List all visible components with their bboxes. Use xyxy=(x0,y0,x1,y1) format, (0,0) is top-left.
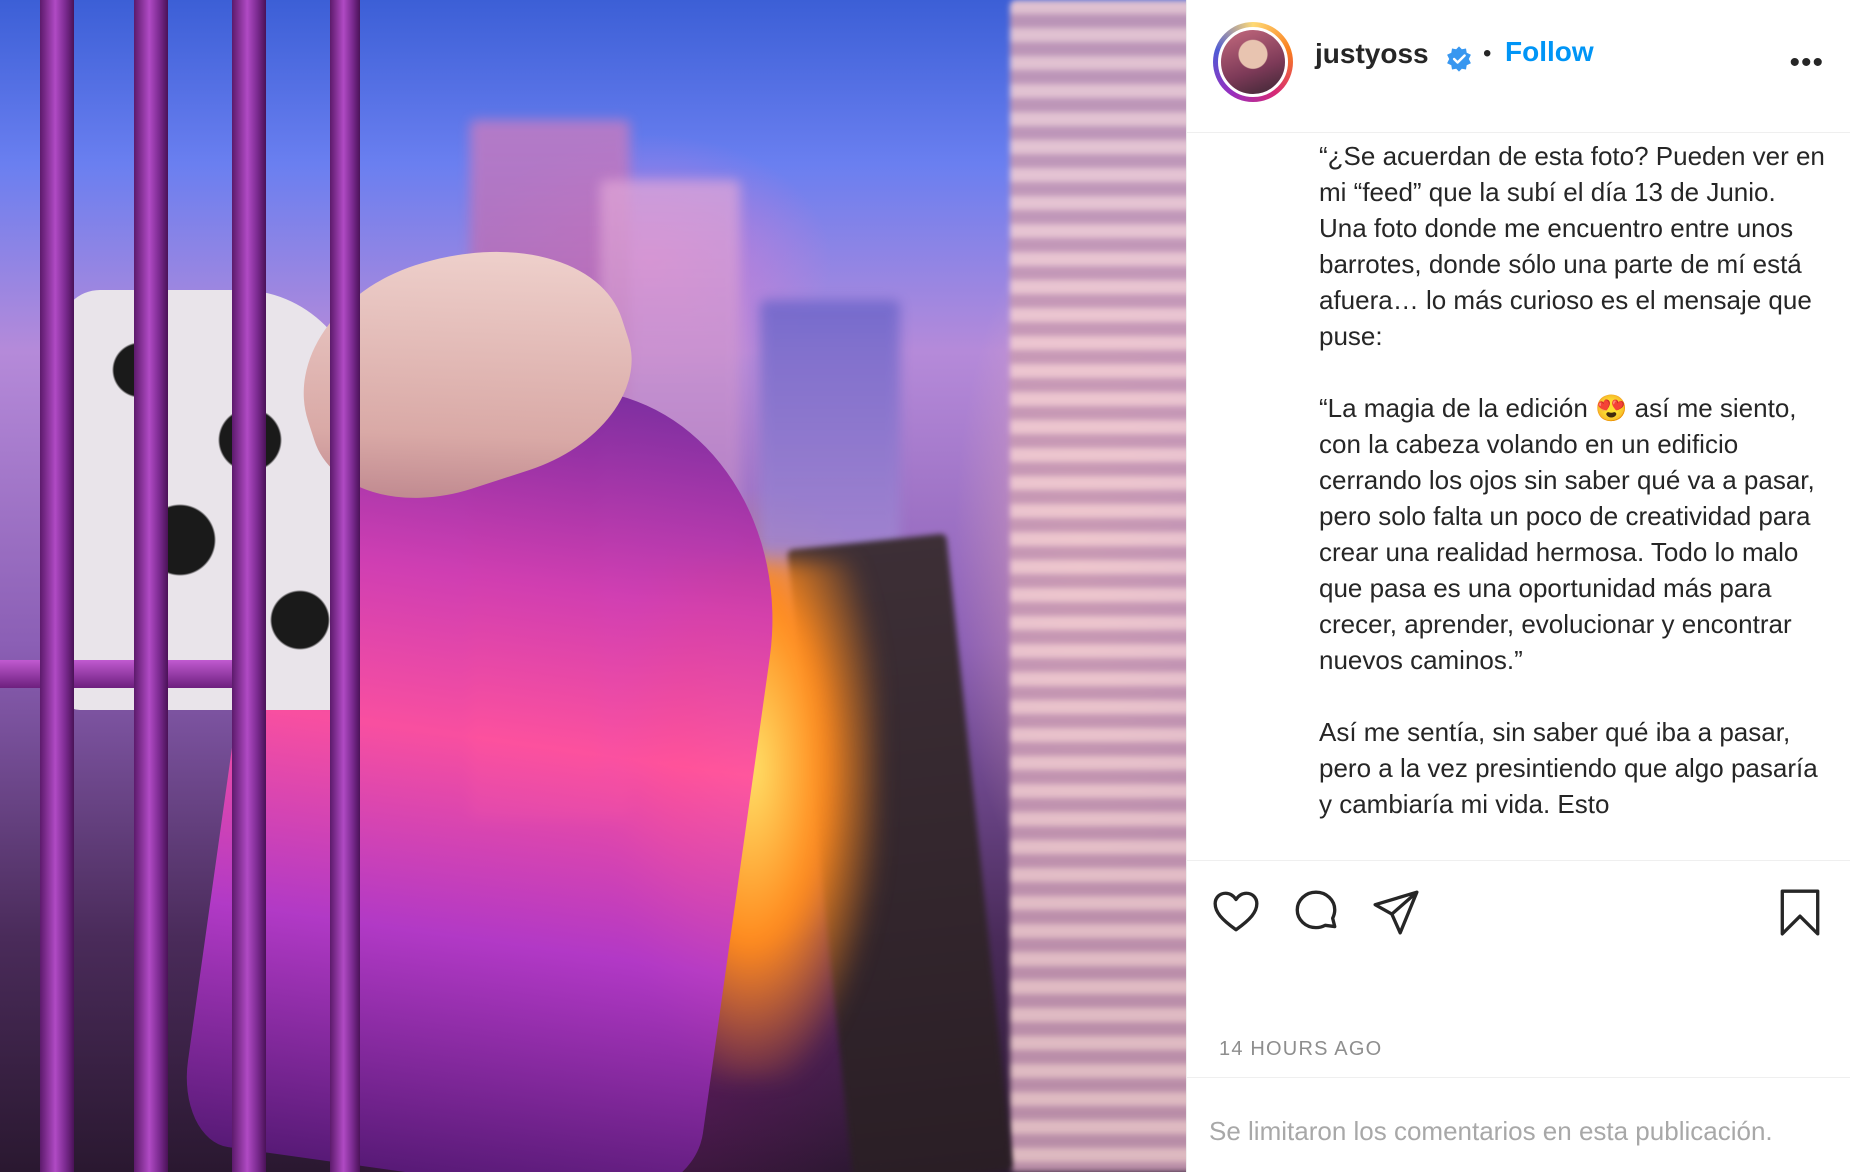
verified-badge-icon xyxy=(1447,46,1471,72)
comments-limited-notice: Se limitaron los comentarios en esta pub… xyxy=(1187,1077,1850,1173)
railing-bar xyxy=(232,0,266,1172)
username-link[interactable]: justyoss xyxy=(1315,38,1429,70)
post-sidebar: justyoss • Follow ••• “¿Se acuerdan de e… xyxy=(1186,0,1850,1172)
railing-horizontal xyxy=(0,660,260,688)
instagram-post: justyoss • Follow ••• “¿Se acuerdan de e… xyxy=(0,0,1850,1172)
railing-bar xyxy=(134,0,168,1172)
comments-limited-text: Se limitaron los comentarios en esta pub… xyxy=(1209,1116,1773,1146)
comment-icon[interactable] xyxy=(1291,887,1341,937)
railing-bar xyxy=(330,0,360,1172)
building-shape xyxy=(1010,0,1186,1172)
more-options-icon[interactable]: ••• xyxy=(1789,46,1824,80)
post-header: justyoss • Follow ••• xyxy=(1187,0,1850,133)
railing-bar xyxy=(40,0,74,1172)
post-timestamp[interactable]: 14 HOURS AGO xyxy=(1219,1038,1382,1061)
story-ring[interactable] xyxy=(1213,22,1293,102)
bookmark-icon[interactable] xyxy=(1775,887,1825,937)
heart-icon[interactable] xyxy=(1211,887,1261,937)
action-bar xyxy=(1187,860,1850,951)
avatar[interactable] xyxy=(1218,27,1288,97)
post-photo[interactable] xyxy=(0,0,1186,1172)
separator-dot: • xyxy=(1483,40,1492,67)
follow-button[interactable]: Follow xyxy=(1505,36,1594,68)
post-caption: “¿Se acuerdan de esta foto? Pueden ver e… xyxy=(1319,141,1825,819)
paper-plane-icon[interactable] xyxy=(1371,887,1421,937)
